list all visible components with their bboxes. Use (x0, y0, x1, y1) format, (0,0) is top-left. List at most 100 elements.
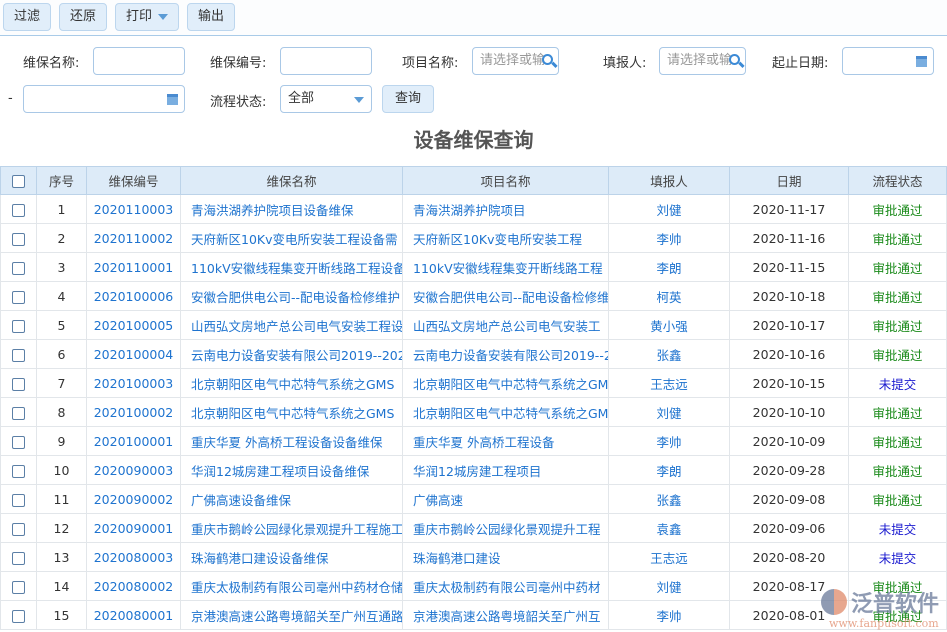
table-row[interactable]: 132020080003珠海鹤港口建设设备维保珠海鹤港口建设王志远2020-08… (1, 543, 947, 572)
row-checkbox[interactable] (1, 543, 37, 572)
cell-project[interactable]: 青海洪湖养护院项目 (403, 195, 609, 224)
status-select[interactable]: 全部 (280, 85, 372, 113)
cell-code[interactable]: 2020090003 (87, 456, 181, 485)
row-checkbox[interactable] (1, 253, 37, 282)
table-row[interactable]: 22020110002天府新区10Kv变电所安装工程设备需天府新区10Kv变电所… (1, 224, 947, 253)
row-checkbox[interactable] (1, 282, 37, 311)
cell-name[interactable]: 华润12城房建工程项目设备维保 (181, 456, 403, 485)
checkbox[interactable] (12, 291, 25, 304)
checkbox[interactable] (12, 262, 25, 275)
table-row[interactable]: 152020080001京港澳高速公路粤境韶关至广州互通路京港澳高速公路粤境韶关… (1, 601, 947, 630)
cell-project[interactable]: 华润12城房建工程项目 (403, 456, 609, 485)
cell-code[interactable]: 2020080002 (87, 572, 181, 601)
checkbox[interactable] (12, 610, 25, 623)
cell-code[interactable]: 2020110001 (87, 253, 181, 282)
cell-project[interactable]: 京港澳高速公路粤境韶关至广州互 (403, 601, 609, 630)
cell-code[interactable]: 2020080003 (87, 543, 181, 572)
checkbox[interactable] (12, 233, 25, 246)
row-checkbox[interactable] (1, 195, 37, 224)
row-checkbox[interactable] (1, 514, 37, 543)
code-input[interactable] (280, 47, 372, 75)
cell-name[interactable]: 京港澳高速公路粤境韶关至广州互通路 (181, 601, 403, 630)
cell-name[interactable]: 110kV安徽线程集变开断线路工程设备 (181, 253, 403, 282)
cell-name[interactable]: 北京朝阳区电气中芯特气系统之GMS (181, 398, 403, 427)
cell-project[interactable]: 山西弘文房地产总公司电气安装工 (403, 311, 609, 340)
cell-project[interactable]: 重庆太极制药有限公司亳州中药材 (403, 572, 609, 601)
calendar-icon[interactable] (167, 94, 178, 105)
checkbox[interactable] (12, 407, 25, 420)
cell-code[interactable]: 2020100006 (87, 282, 181, 311)
row-checkbox[interactable] (1, 369, 37, 398)
print-button[interactable]: 打印 (115, 3, 179, 31)
cell-code[interactable]: 2020090001 (87, 514, 181, 543)
checkbox[interactable] (12, 320, 25, 333)
cell-name[interactable]: 重庆市鹅岭公园绿化景观提升工程施工 (181, 514, 403, 543)
cell-code[interactable]: 2020100001 (87, 427, 181, 456)
cell-code[interactable]: 2020080001 (87, 601, 181, 630)
table-row[interactable]: 32020110001110kV安徽线程集变开断线路工程设备110kV安徽线程集… (1, 253, 947, 282)
name-input[interactable] (93, 47, 185, 75)
checkbox[interactable] (12, 175, 25, 188)
checkbox[interactable] (12, 523, 25, 536)
cell-project[interactable]: 重庆华夏 外高桥工程设备 (403, 427, 609, 456)
cell-name[interactable]: 重庆太极制药有限公司亳州中药材仓储 (181, 572, 403, 601)
export-button[interactable]: 输出 (187, 3, 235, 31)
cell-project[interactable]: 安徽合肥供电公司--配电设备检修维 (403, 282, 609, 311)
cell-project[interactable]: 云南电力设备安装有限公司2019--2 (403, 340, 609, 369)
select-all[interactable] (1, 167, 37, 195)
cell-code[interactable]: 2020100005 (87, 311, 181, 340)
table-row[interactable]: 112020090002广佛高速设备维保广佛高速张鑫2020-09-08审批通过 (1, 485, 947, 514)
cell-name[interactable]: 山西弘文房地产总公司电气安装工程设 (181, 311, 403, 340)
checkbox[interactable] (12, 465, 25, 478)
row-checkbox[interactable] (1, 427, 37, 456)
cell-name[interactable]: 云南电力设备安装有限公司2019--202 (181, 340, 403, 369)
checkbox[interactable] (12, 494, 25, 507)
checkbox[interactable] (12, 349, 25, 362)
table-row[interactable]: 92020100001重庆华夏 外高桥工程设备设备维保重庆华夏 外高桥工程设备李… (1, 427, 947, 456)
row-checkbox[interactable] (1, 398, 37, 427)
checkbox[interactable] (12, 552, 25, 565)
row-checkbox[interactable] (1, 456, 37, 485)
cell-code[interactable]: 2020100003 (87, 369, 181, 398)
cell-project[interactable]: 重庆市鹅岭公园绿化景观提升工程 (403, 514, 609, 543)
calendar-icon[interactable] (916, 56, 927, 67)
checkbox[interactable] (12, 436, 25, 449)
table-row[interactable]: 52020100005山西弘文房地产总公司电气安装工程设山西弘文房地产总公司电气… (1, 311, 947, 340)
table-row[interactable]: 72020100003北京朝阳区电气中芯特气系统之GMS北京朝阳区电气中芯特气系… (1, 369, 947, 398)
cell-name[interactable]: 北京朝阳区电气中芯特气系统之GMS (181, 369, 403, 398)
table-row[interactable]: 82020100002北京朝阳区电气中芯特气系统之GMS北京朝阳区电气中芯特气系… (1, 398, 947, 427)
cell-project[interactable]: 广佛高速 (403, 485, 609, 514)
query-button[interactable]: 查询 (382, 85, 434, 113)
table-row[interactable]: 42020100006安徽合肥供电公司--配电设备检修维护安徽合肥供电公司--配… (1, 282, 947, 311)
row-checkbox[interactable] (1, 485, 37, 514)
table-row[interactable]: 12020110003青海洪湖养护院项目设备维保青海洪湖养护院项目刘健2020-… (1, 195, 947, 224)
cell-name[interactable]: 珠海鹤港口建设设备维保 (181, 543, 403, 572)
filter-button[interactable]: 过滤 (3, 3, 51, 31)
cell-code[interactable]: 2020100002 (87, 398, 181, 427)
cell-name[interactable]: 广佛高速设备维保 (181, 485, 403, 514)
cell-project[interactable]: 北京朝阳区电气中芯特气系统之GM (403, 398, 609, 427)
checkbox[interactable] (12, 581, 25, 594)
project-input[interactable]: 请选择或输 (472, 47, 559, 75)
cell-name[interactable]: 重庆华夏 外高桥工程设备设备维保 (181, 427, 403, 456)
search-icon[interactable] (542, 54, 553, 65)
table-row[interactable]: 62020100004云南电力设备安装有限公司2019--202云南电力设备安装… (1, 340, 947, 369)
cell-code[interactable]: 2020110003 (87, 195, 181, 224)
cell-name[interactable]: 青海洪湖养护院项目设备维保 (181, 195, 403, 224)
reporter-input[interactable]: 请选择或输 (659, 47, 746, 75)
row-checkbox[interactable] (1, 224, 37, 253)
cell-code[interactable]: 2020110002 (87, 224, 181, 253)
cell-name[interactable]: 天府新区10Kv变电所安装工程设备需 (181, 224, 403, 253)
table-row[interactable]: 102020090003华润12城房建工程项目设备维保华润12城房建工程项目李朗… (1, 456, 947, 485)
cell-project[interactable]: 110kV安徽线程集变开断线路工程 (403, 253, 609, 282)
start-date-input[interactable] (842, 47, 934, 75)
cell-code[interactable]: 2020090002 (87, 485, 181, 514)
checkbox[interactable] (12, 204, 25, 217)
end-date-input[interactable] (23, 85, 185, 113)
restore-button[interactable]: 还原 (59, 3, 107, 31)
table-row[interactable]: 142020080002重庆太极制药有限公司亳州中药材仓储重庆太极制药有限公司亳… (1, 572, 947, 601)
checkbox[interactable] (12, 378, 25, 391)
row-checkbox[interactable] (1, 572, 37, 601)
row-checkbox[interactable] (1, 311, 37, 340)
cell-project[interactable]: 北京朝阳区电气中芯特气系统之GM (403, 369, 609, 398)
